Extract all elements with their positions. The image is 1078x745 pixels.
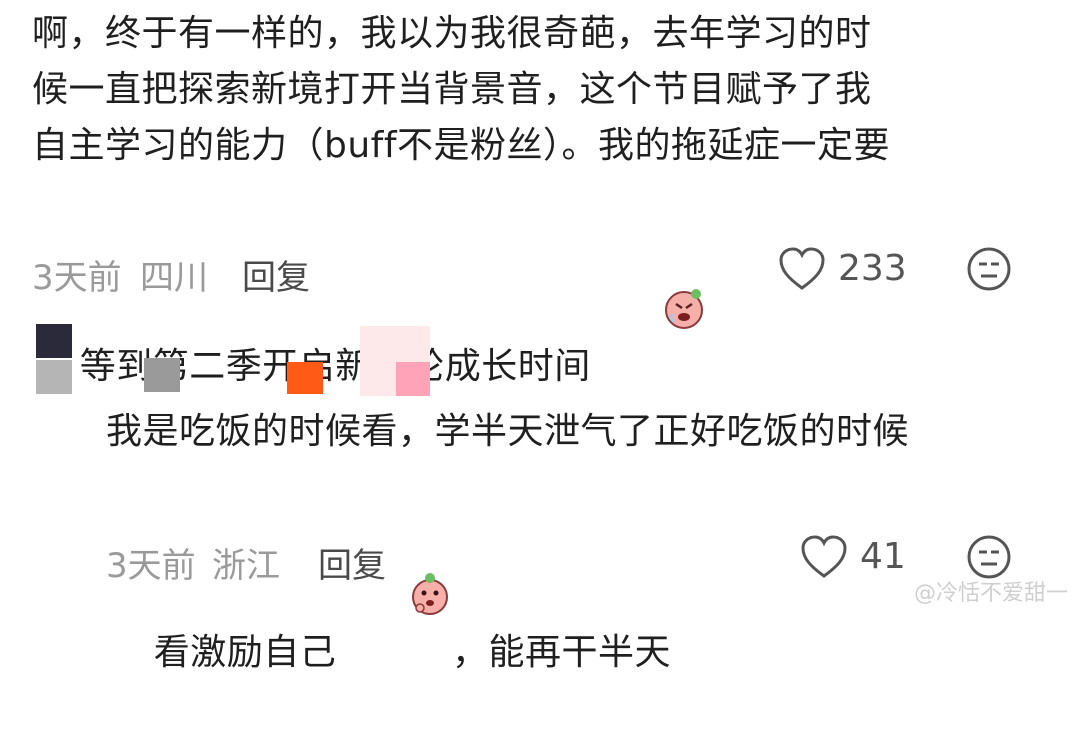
comment-2-line-2: 看激励自己 ，能再干半天 — [106, 460, 671, 745]
comment-1-time: 3天前 — [32, 258, 122, 298]
comment-2-location: 浙江 — [212, 546, 280, 586]
comment-2-reply-button[interactable]: 回复 — [318, 538, 386, 587]
comment-1-like-count: 233 — [838, 248, 907, 289]
comment-2-line-1: 我是吃饭的时候看，学半天泄气了正好吃饭的时候 — [106, 411, 910, 452]
comment-1-line-2: 候一直把探索新境打开当背景音，这个节目赋予了我 — [32, 69, 872, 110]
comment-1-line-3: 自主学习的能力（buff不是粉丝）。我的拖延症一定要 — [32, 125, 891, 166]
heart-outline-icon[interactable] — [778, 246, 826, 296]
watermark: @冷恬不爱甜一 — [913, 581, 1068, 606]
comment-2-time: 3天前 — [106, 546, 196, 586]
heart-outline-icon[interactable] — [800, 534, 848, 584]
comment-2-line-2-tail: ，能再干半天 — [451, 632, 671, 673]
comment-2-line-2-text: 看激励自己 — [153, 632, 337, 673]
crying-blush-emoji-icon — [591, 230, 707, 403]
mosaic-block-gray-2 — [144, 358, 180, 392]
comment-1-reply-button[interactable]: 回复 — [242, 250, 310, 299]
neutral-face-icon[interactable] — [966, 246, 1012, 296]
comment-2-like-count: 41 — [860, 536, 906, 577]
comment-1-location: 四川 — [140, 258, 208, 298]
mosaic-block-pink — [396, 362, 430, 396]
mosaic-block-orange — [287, 362, 323, 394]
mosaic-block-dark — [36, 324, 72, 358]
mosaic-block-gray — [36, 360, 72, 394]
comment-1-line-1: 啊，终于有一样的，我以为我很奇葩，去年学习的时 — [32, 13, 872, 54]
